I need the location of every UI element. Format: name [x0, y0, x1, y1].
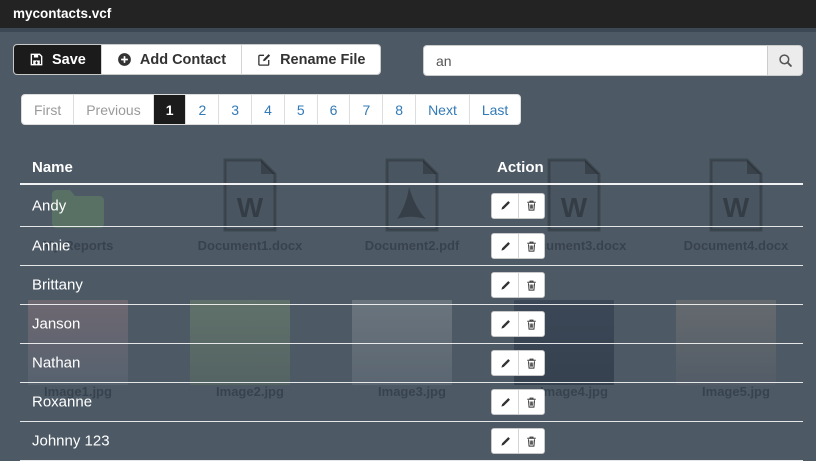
- rename-file-label: Rename File: [280, 52, 365, 68]
- delete-contact-button[interactable]: [518, 429, 544, 453]
- window-title: mycontacts.vcf: [0, 0, 816, 28]
- pencil-icon: [499, 199, 512, 212]
- plus-circle-icon: [117, 52, 132, 67]
- name-column-header: Name: [32, 159, 73, 176]
- trash-icon: [525, 396, 538, 409]
- pagination-page-3[interactable]: 3: [218, 95, 251, 124]
- rename-file-button[interactable]: Rename File: [241, 45, 380, 74]
- edit-contact-button[interactable]: [492, 312, 518, 336]
- contact-name: Brittany: [32, 277, 83, 294]
- row-action-buttons: [491, 311, 545, 337]
- pagination-page-1[interactable]: 1: [153, 95, 186, 124]
- pagination: First Previous 1 2 3 4 5 6 7 8 Next Last: [21, 94, 521, 125]
- row-action-buttons: [491, 233, 545, 259]
- trash-icon: [525, 318, 538, 331]
- row-action-buttons: [491, 428, 545, 454]
- contact-name: Janson: [32, 316, 80, 333]
- delete-contact-button[interactable]: [518, 273, 544, 297]
- pagination-page-7[interactable]: 7: [349, 95, 382, 124]
- delete-contact-button[interactable]: [518, 194, 544, 218]
- pagination-first[interactable]: First: [22, 95, 73, 124]
- table-row: Annie: [20, 227, 803, 266]
- pagination-page-4[interactable]: 4: [251, 95, 284, 124]
- contacts-table: Name Action Andy Annie Brittany Janson Natha…: [20, 151, 803, 461]
- row-action-buttons: [491, 272, 545, 298]
- table-row: Nathan: [20, 344, 803, 383]
- pencil-icon: [499, 396, 512, 409]
- trash-icon: [525, 240, 538, 253]
- trash-icon: [525, 357, 538, 370]
- edit-contact-button[interactable]: [492, 194, 518, 218]
- contact-name: Roxanne: [32, 394, 92, 411]
- trash-icon: [525, 199, 538, 212]
- pencil-icon: [499, 435, 512, 448]
- table-row: Roxanne: [20, 383, 803, 422]
- search-icon: [778, 53, 793, 68]
- toolbar: Save Add Contact Rename File: [13, 44, 381, 75]
- pagination-last[interactable]: Last: [469, 95, 520, 124]
- save-button-label: Save: [52, 52, 86, 68]
- contact-name: Johnny 123: [32, 433, 110, 450]
- edit-square-icon: [257, 52, 272, 67]
- row-action-buttons: [491, 193, 545, 219]
- contact-name: Annie: [32, 238, 70, 255]
- edit-contact-button[interactable]: [492, 273, 518, 297]
- search-button[interactable]: [767, 45, 803, 76]
- save-button[interactable]: Save: [14, 45, 101, 74]
- vcf-editor-panel: Save Add Contact Rename File: [0, 0, 816, 436]
- trash-icon: [525, 279, 538, 292]
- contact-name: Nathan: [32, 355, 80, 372]
- edit-contact-button[interactable]: [492, 351, 518, 375]
- edit-contact-button[interactable]: [492, 234, 518, 258]
- contact-name: Andy: [32, 197, 66, 214]
- edit-contact-button[interactable]: [492, 429, 518, 453]
- search-input[interactable]: [423, 45, 767, 76]
- titlebar-divider: [0, 28, 816, 32]
- pagination-next[interactable]: Next: [415, 95, 469, 124]
- trash-icon: [525, 435, 538, 448]
- row-action-buttons: [491, 389, 545, 415]
- pencil-icon: [499, 279, 512, 292]
- pencil-icon: [499, 318, 512, 331]
- pagination-page-6[interactable]: 6: [317, 95, 350, 124]
- delete-contact-button[interactable]: [518, 351, 544, 375]
- pencil-icon: [499, 357, 512, 370]
- delete-contact-button[interactable]: [518, 390, 544, 414]
- delete-contact-button[interactable]: [518, 234, 544, 258]
- add-contact-button[interactable]: Add Contact: [101, 45, 241, 74]
- table-row: Johnny 123: [20, 422, 803, 461]
- table-header: Name Action: [20, 151, 803, 185]
- delete-contact-button[interactable]: [518, 312, 544, 336]
- action-column-header: Action: [497, 159, 544, 176]
- add-contact-label: Add Contact: [140, 52, 226, 68]
- table-row: Janson: [20, 305, 803, 344]
- pagination-page-5[interactable]: 5: [284, 95, 317, 124]
- pagination-page-2[interactable]: 2: [185, 95, 218, 124]
- save-icon: [29, 52, 44, 67]
- pencil-icon: [499, 240, 512, 253]
- table-row: Andy: [20, 185, 803, 227]
- pagination-previous[interactable]: Previous: [73, 95, 152, 124]
- row-action-buttons: [491, 350, 545, 376]
- pagination-page-8[interactable]: 8: [382, 95, 415, 124]
- edit-contact-button[interactable]: [492, 390, 518, 414]
- search-bar: [423, 45, 803, 76]
- table-row: Brittany: [20, 266, 803, 305]
